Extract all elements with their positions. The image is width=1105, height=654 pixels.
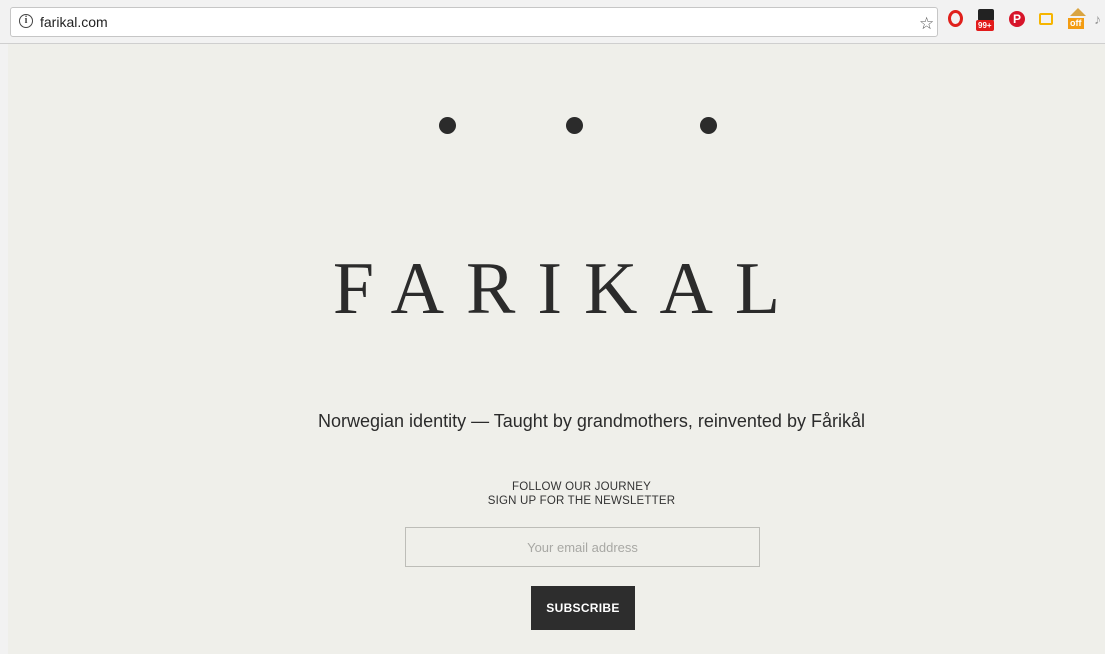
feed-extension-icon[interactable]: 99+ xyxy=(976,9,996,31)
address-bar[interactable]: i farikal.com ☆ xyxy=(10,7,938,37)
url-text[interactable]: farikal.com xyxy=(40,14,108,30)
feed-count-badge: 99+ xyxy=(976,20,994,31)
page-content: FARIKAL Norwegian identity — Taught by g… xyxy=(8,44,1105,654)
decorative-dot-icon xyxy=(439,117,456,134)
coupon-extension-icon[interactable] xyxy=(1039,13,1053,25)
email-input[interactable] xyxy=(405,527,760,567)
info-icon[interactable]: i xyxy=(19,14,33,28)
subscribe-button[interactable]: SUBSCRIBE xyxy=(531,586,635,630)
bookmark-star-icon[interactable]: ☆ xyxy=(919,14,934,34)
browser-toolbar: i farikal.com ☆ 99+ P off ♪ xyxy=(0,0,1105,44)
off-badge: off xyxy=(1068,18,1084,29)
decorative-dot-icon xyxy=(700,117,717,134)
newsletter-line-2: SIGN UP FOR THE NEWSLETTER xyxy=(487,495,676,507)
music-extension-icon[interactable]: ♪ xyxy=(1094,11,1101,27)
tagline: Norwegian identity — Taught by grandmoth… xyxy=(318,411,865,431)
newsletter-heading: FOLLOW OUR JOURNEY SIGN UP FOR THE NEWSL… xyxy=(8,480,1105,508)
brand-logo: FARIKAL xyxy=(332,248,803,330)
newsletter-line-1: FOLLOW OUR JOURNEY xyxy=(511,481,652,493)
pinterest-extension-icon[interactable]: P xyxy=(1009,11,1025,27)
discount-extension-icon[interactable]: off xyxy=(1066,8,1088,32)
decorative-dot-icon xyxy=(566,117,583,134)
opera-extension-icon[interactable] xyxy=(948,10,963,27)
